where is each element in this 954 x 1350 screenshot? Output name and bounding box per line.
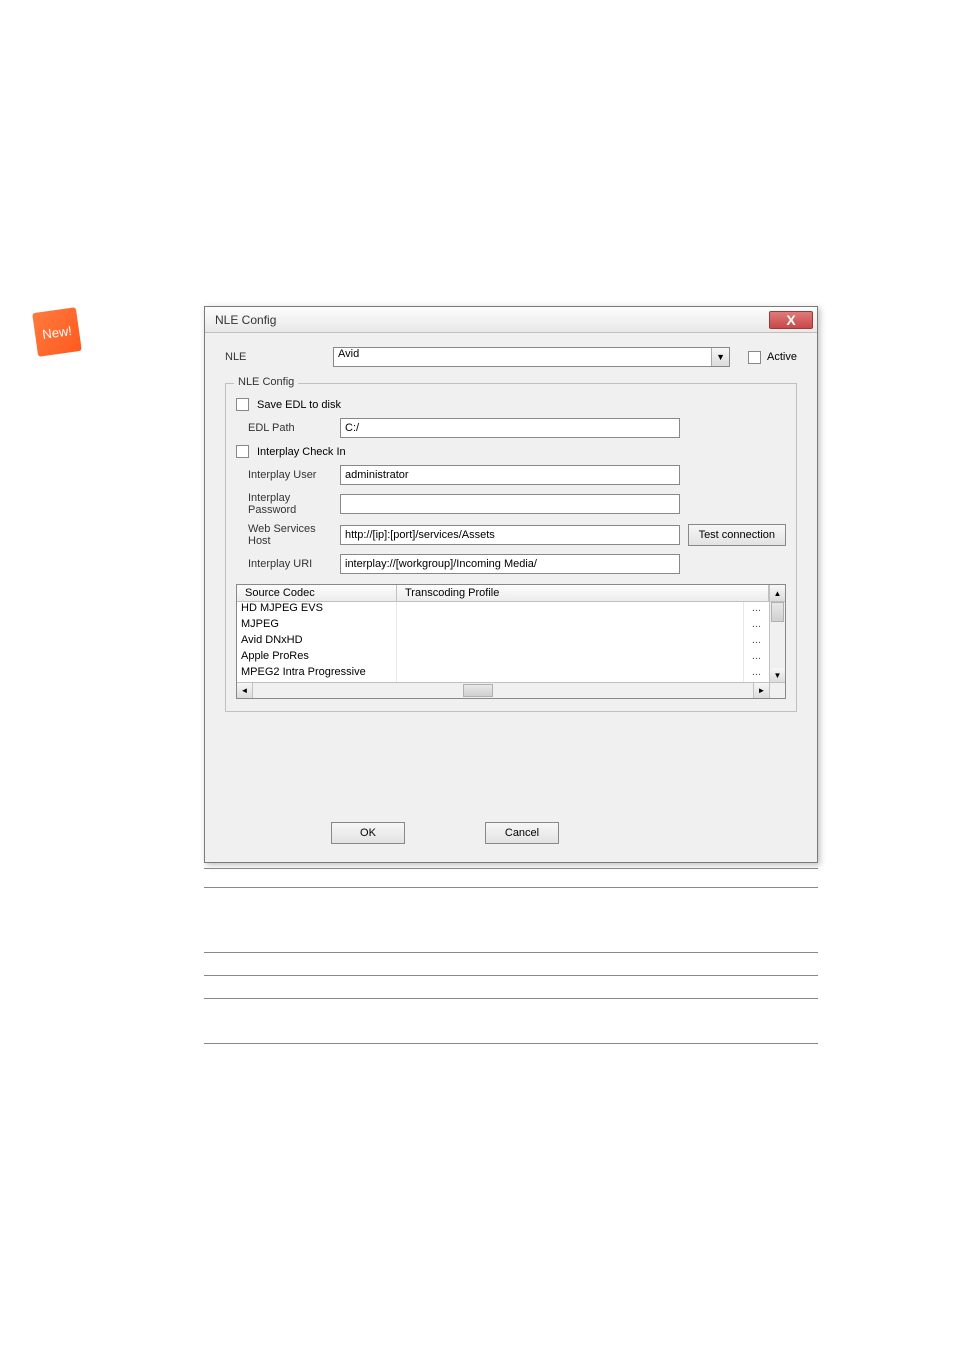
nle-label: NLE <box>225 351 333 363</box>
codec-table: Source Codec Transcoding Profile ▲ HD MJ… <box>236 584 786 699</box>
active-checkbox[interactable] <box>748 351 761 364</box>
close-button[interactable]: X <box>769 311 813 329</box>
codec-name: MJPEG <box>237 618 397 634</box>
web-services-host-row: Web Services Host http://[ip]:[port]/ser… <box>236 523 786 547</box>
codec-name: Avid DNxHD <box>237 634 397 650</box>
groupbox-title: NLE Config <box>234 376 298 388</box>
spacer <box>225 712 797 822</box>
table-row[interactable]: Avid DNxHD ... <box>237 634 769 650</box>
edl-path-label: EDL Path <box>236 422 332 434</box>
table-row[interactable]: HD MJPEG EVS ... <box>237 602 769 618</box>
codec-table-header: Source Codec Transcoding Profile ▲ <box>237 585 785 602</box>
browse-button[interactable]: ... <box>743 666 769 682</box>
scroll-up-icon[interactable]: ▲ <box>769 585 785 601</box>
hscroll-thumb[interactable] <box>463 684 493 697</box>
interplay-uri-input[interactable]: interplay://[workgroup]/Incoming Media/ <box>340 554 680 574</box>
scroll-right-icon[interactable]: ► <box>753 683 769 698</box>
dialog-title: NLE Config <box>215 313 276 327</box>
codec-table-body: HD MJPEG EVS ... MJPEG ... Avid DNxHD <box>237 602 785 682</box>
close-icon: X <box>786 312 795 328</box>
nle-select-value: Avid <box>338 348 359 360</box>
interplay-checkin-row: Interplay Check In <box>236 445 786 458</box>
browse-button[interactable]: ... <box>743 618 769 634</box>
chevron-down-icon[interactable]: ▼ <box>711 348 729 366</box>
dialog-button-row: OK Cancel <box>225 822 797 844</box>
edl-path-input[interactable]: C:/ <box>340 418 680 438</box>
titlebar[interactable]: NLE Config X <box>205 307 817 333</box>
divider <box>204 1043 818 1044</box>
profile-cell <box>397 602 743 618</box>
new-badge: New! <box>32 307 82 357</box>
transcoding-profile-header[interactable]: Transcoding Profile <box>397 585 769 601</box>
browse-button[interactable]: ... <box>743 650 769 666</box>
web-services-host-label: Web Services Host <box>236 523 332 547</box>
interplay-password-input[interactable] <box>340 494 680 514</box>
codec-name: Apple ProRes <box>237 650 397 666</box>
ok-button[interactable]: OK <box>331 822 405 844</box>
profile-cell <box>397 650 743 666</box>
interplay-user-row: Interplay User administrator <box>236 465 786 485</box>
interplay-checkin-label: Interplay Check In <box>257 446 346 458</box>
interplay-user-value: administrator <box>345 469 409 481</box>
source-codec-header[interactable]: Source Codec <box>237 585 397 601</box>
nle-select[interactable]: Avid ▼ <box>333 347 730 367</box>
edl-path-value: C:/ <box>345 422 359 434</box>
interplay-password-row: Interplay Password <box>236 492 786 516</box>
web-services-host-input[interactable]: http://[ip]:[port]/services/Assets <box>340 525 680 545</box>
save-edl-row: Save EDL to disk <box>236 398 786 411</box>
save-edl-checkbox[interactable] <box>236 398 249 411</box>
interplay-uri-label: Interplay URI <box>236 558 332 570</box>
active-label: Active <box>767 351 797 363</box>
interplay-user-label: Interplay User <box>236 469 332 481</box>
interplay-password-label: Interplay Password <box>236 492 332 516</box>
nle-config-groupbox: NLE Config Save EDL to disk EDL Path C:/… <box>225 383 797 712</box>
nle-config-dialog: NLE Config X NLE Avid ▼ Active NLE Confi… <box>204 306 818 863</box>
document-lines <box>204 868 818 1044</box>
table-row[interactable]: Apple ProRes ... <box>237 650 769 666</box>
scroll-corner <box>769 683 785 698</box>
vertical-scrollbar[interactable]: ▼ <box>769 602 785 682</box>
profile-cell <box>397 634 743 650</box>
edl-path-row: EDL Path C:/ <box>236 418 786 438</box>
hscroll-track[interactable] <box>253 683 753 698</box>
scroll-down-icon[interactable]: ▼ <box>770 668 785 682</box>
scroll-thumb[interactable] <box>771 602 784 622</box>
web-services-host-value: http://[ip]:[port]/services/Assets <box>345 529 495 541</box>
table-row[interactable]: MJPEG ... <box>237 618 769 634</box>
scroll-left-icon[interactable]: ◄ <box>237 683 253 698</box>
table-row[interactable]: MPEG2 Intra Progressive ... <box>237 666 769 682</box>
dialog-body: NLE Avid ▼ Active NLE Config Save EDL to… <box>205 333 817 862</box>
profile-cell <box>397 666 743 682</box>
codec-name: MPEG2 Intra Progressive <box>237 666 397 682</box>
new-badge-text: New! <box>41 323 72 342</box>
save-edl-label: Save EDL to disk <box>257 399 341 411</box>
test-connection-button[interactable]: Test connection <box>688 524 786 546</box>
horizontal-scrollbar[interactable]: ◄ ► <box>237 682 785 698</box>
interplay-user-input[interactable]: administrator <box>340 465 680 485</box>
interplay-uri-value: interplay://[workgroup]/Incoming Media/ <box>345 558 537 570</box>
profile-cell <box>397 618 743 634</box>
codec-name: HD MJPEG EVS <box>237 602 397 618</box>
browse-button[interactable]: ... <box>743 602 769 618</box>
interplay-uri-row: Interplay URI interplay://[workgroup]/In… <box>236 554 786 574</box>
browse-button[interactable]: ... <box>743 634 769 650</box>
cancel-button[interactable]: Cancel <box>485 822 559 844</box>
interplay-checkin-checkbox[interactable] <box>236 445 249 458</box>
codec-rows: HD MJPEG EVS ... MJPEG ... Avid DNxHD <box>237 602 769 682</box>
nle-row: NLE Avid ▼ Active <box>225 347 797 367</box>
active-checkbox-wrap: Active <box>748 351 797 364</box>
